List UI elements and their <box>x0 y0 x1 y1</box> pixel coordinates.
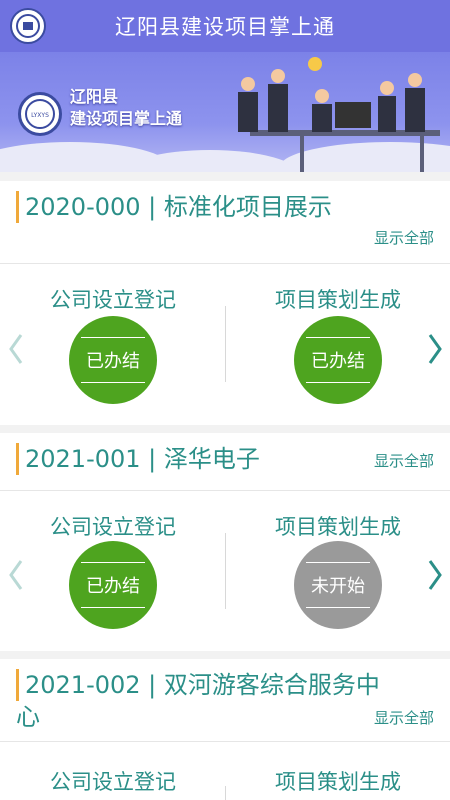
show-all-link[interactable]: 显示全部 <box>374 227 434 248</box>
county-logo-icon <box>10 8 46 44</box>
project-title: 2020-000 | 标准化项目展示 <box>16 191 332 223</box>
page-title: 辽阳县建设项目掌上通 <box>115 15 335 39</box>
team-illustration <box>238 57 440 172</box>
divider <box>225 786 226 800</box>
project-card[interactable]: 2020-000 | 标准化项目展示 显示全部 公司设立登记 已办结 项目策划生… <box>0 181 450 425</box>
chevron-left-icon[interactable] <box>5 329 27 369</box>
banner-line1: 辽阳县 <box>70 87 119 106</box>
project-header: 2020-000 | 标准化项目展示 显示全部 <box>0 181 450 264</box>
step-label: 公司设立登记 <box>50 515 176 539</box>
banner-line2: 建设项目掌上通 <box>70 109 183 128</box>
project-steps: 公司设立登记 已办结 项目策划生成 已办结 <box>0 264 450 425</box>
project-header: 2021-002 | 双河游客综合服务中 心 显示全部 <box>0 659 450 742</box>
step-status-badge[interactable]: 未开始 <box>294 541 382 629</box>
step-label: 项目策划生成 <box>275 770 401 794</box>
chevron-right-icon[interactable] <box>424 329 446 369</box>
project-title: 2021-002 | 双河游客综合服务中 <box>16 669 380 701</box>
step-label: 公司设立登记 <box>50 770 176 794</box>
step-status-badge[interactable]: 已办结 <box>69 541 157 629</box>
project-steps: 公司设立登记 已办结 项目策划生成 未开始 <box>0 491 450 651</box>
project-steps: 公司设立登记 项目策划生成 <box>0 742 450 800</box>
step-status-badge[interactable]: 已办结 <box>69 316 157 404</box>
project-header: 2021-001 | 泽华电子 显示全部 <box>0 433 450 491</box>
banner-text: 辽阳县 建设项目掌上通 <box>70 86 182 130</box>
svg-text:LYXYS: LYXYS <box>31 112 49 119</box>
project-title: 2021-001 | 泽华电子 <box>16 443 260 475</box>
app-header: 辽阳县建设项目掌上通 <box>0 0 450 52</box>
step-label: 项目策划生成 <box>275 515 401 539</box>
step-label: 项目策划生成 <box>275 288 401 312</box>
project-card[interactable]: 2021-001 | 泽华电子 显示全部 公司设立登记 已办结 项目策划生成 未… <box>0 433 450 651</box>
divider <box>225 306 226 382</box>
show-all-link[interactable]: 显示全部 <box>374 707 434 728</box>
chevron-left-icon[interactable] <box>5 555 27 595</box>
chevron-right-icon[interactable] <box>424 555 446 595</box>
show-all-link[interactable]: 显示全部 <box>374 450 434 471</box>
step-label: 公司设立登记 <box>50 288 176 312</box>
hero-banner: LYXYS 辽阳县 建设项目掌上通 <box>0 52 450 172</box>
project-card[interactable]: 2021-002 | 双河游客综合服务中 心 显示全部 公司设立登记 项目策划生… <box>0 659 450 800</box>
project-title-continued: 心 <box>16 703 40 731</box>
divider <box>225 533 226 609</box>
step-status-badge[interactable]: 已办结 <box>294 316 382 404</box>
banner-logo-icon: LYXYS <box>18 92 62 136</box>
